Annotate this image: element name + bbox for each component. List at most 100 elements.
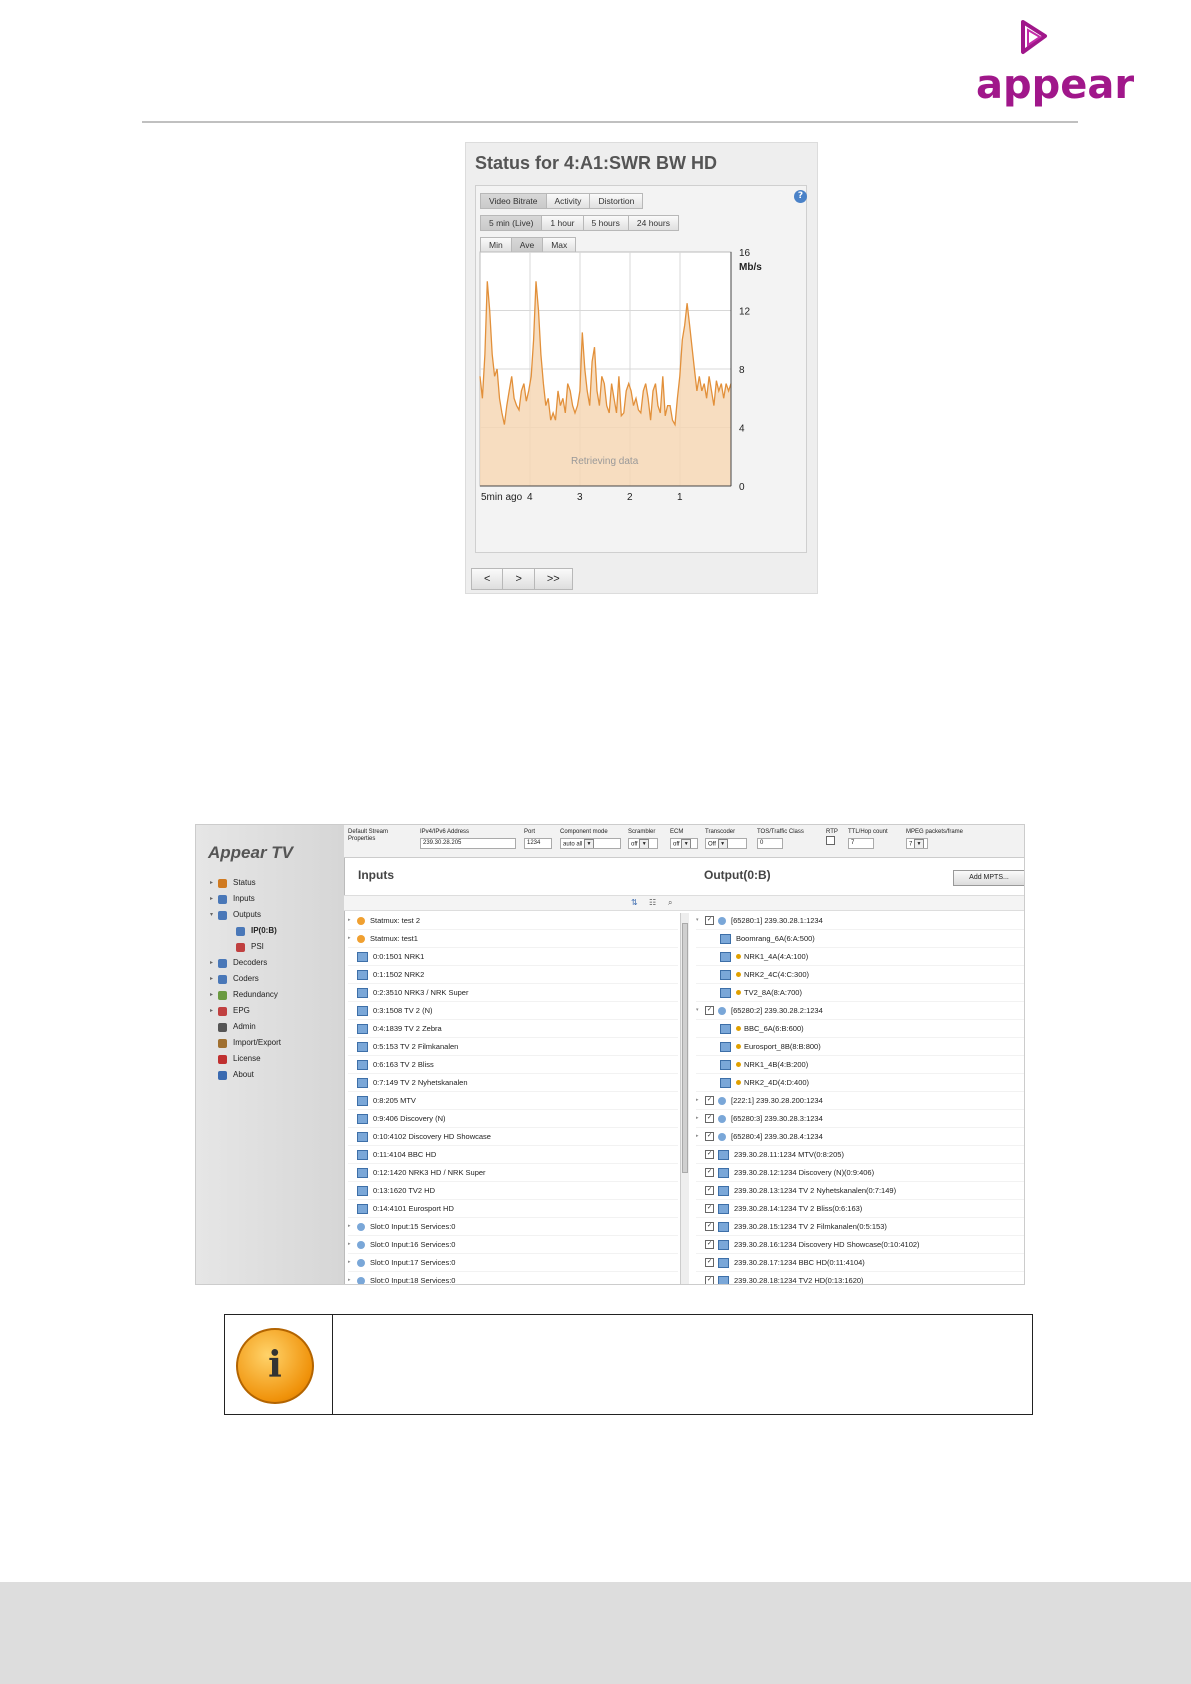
input-row[interactable]: 0:3:1508 TV 2 (N) [348,1002,678,1020]
expand-arrow-icon[interactable]: ▾ [696,1002,705,1019]
output-checkbox[interactable]: ✓ [705,1222,714,1231]
input-row[interactable]: 0:7:149 TV 2 Nyhetskanalen [348,1074,678,1092]
expand-arrow-icon[interactable]: ▾ [696,912,705,929]
input-row[interactable]: 0:9:406 Discovery (N) [348,1110,678,1128]
input-row[interactable]: 0:12:1420 NRK3 HD / NRK Super [348,1164,678,1182]
expand-arrow-icon[interactable]: ▸ [210,875,218,891]
last-button[interactable]: >> [533,568,573,590]
input-row[interactable]: 0:0:1501 NRK1 [348,948,678,966]
output-row[interactable]: ▸ ✓ [222:1] 239.30.28.200:1234 [696,1092,1024,1110]
sidebar-item-admin[interactable]: Admin [210,1019,281,1035]
sidebar-item-epg[interactable]: ▸ EPG [210,1003,281,1019]
sidebar-item-inputs[interactable]: ▸ Inputs [210,891,281,907]
expand-arrow-icon[interactable]: ▸ [348,1254,357,1271]
output-row[interactable]: ✓ 239.30.28.17:1234 BBC HD(0:11:4104) [696,1254,1024,1272]
input-row[interactable]: 0:6:163 TV 2 Bliss [348,1056,678,1074]
sidebar-item-ip-0-b-[interactable]: IP(0:B) [210,923,281,939]
expand-arrow-icon[interactable]: ▸ [348,1272,357,1284]
output-row[interactable]: ✓ 239.30.28.12:1234 Discovery (N)(0:9:406… [696,1164,1024,1182]
output-row[interactable]: NRK2_4C(4:C:300) [696,966,1024,984]
ipv4-input[interactable]: 239.30.28.205 [420,838,516,849]
ecm-select[interactable]: off ▼ [670,838,698,849]
sidebar-item-import-export[interactable]: Import/Export [210,1035,281,1051]
search-icon[interactable]: ⌕ [668,898,672,908]
input-row[interactable]: ▸ Slot:0 Input:18 Services:0 [348,1272,678,1284]
expand-arrow-icon[interactable]: ▸ [696,1128,705,1145]
output-row[interactable]: ✓ 239.30.28.13:1234 TV 2 Nyhetskanalen(0:… [696,1182,1024,1200]
component-mode-select[interactable]: auto all ▼ [560,838,621,849]
input-row[interactable]: 0:13:1620 TV2 HD [348,1182,678,1200]
output-checkbox[interactable]: ✓ [705,1258,714,1267]
output-checkbox[interactable]: ✓ [705,1096,714,1105]
sidebar-item-coders[interactable]: ▸ Coders [210,971,281,987]
expand-arrow-icon[interactable]: ▸ [210,955,218,971]
input-row[interactable]: ▸ Slot:0 Input:16 Services:0 [348,1236,678,1254]
inputs-scrollbar[interactable] [680,913,689,1284]
output-row[interactable]: ▸ ✓ [65280:4] 239.30.28.4:1234 [696,1128,1024,1146]
output-row[interactable]: NRK1_4B(4:B:200) [696,1056,1024,1074]
expand-arrow-icon[interactable]: ▸ [210,971,218,987]
output-row[interactable]: ✓ 239.30.28.11:1234 MTV(0:8:205) [696,1146,1024,1164]
output-row[interactable]: TV2_8A(8:A:700) [696,984,1024,1002]
add-mpts-button[interactable]: Add MPTS... [953,870,1024,886]
output-checkbox[interactable]: ✓ [705,1114,714,1123]
sidebar-item-decoders[interactable]: ▸ Decoders [210,955,281,971]
transcoder-select[interactable]: Off ▼ [705,838,747,849]
output-checkbox[interactable]: ✓ [705,1006,714,1015]
output-row[interactable]: ✓ 239.30.28.18:1234 TV2 HD(0:13:1620) [696,1272,1024,1284]
expand-arrow-icon[interactable]: ▸ [210,1003,218,1019]
output-row[interactable]: ▸ ✓ [65280:3] 239.30.28.3:1234 [696,1110,1024,1128]
output-row[interactable]: Boomrang_6A(6:A:500) [696,930,1024,948]
input-row[interactable]: 0:10:4102 Discovery HD Showcase [348,1128,678,1146]
expand-arrow-icon[interactable]: ▸ [348,1218,357,1235]
prev-button[interactable]: < [471,568,504,590]
expand-arrow-icon[interactable]: ▸ [348,912,357,929]
ttl-input[interactable]: 7 [848,838,874,849]
output-row[interactable]: BBC_6A(6:B:600) [696,1020,1024,1038]
next-button[interactable]: > [502,568,535,590]
output-row[interactable]: ✓ 239.30.28.16:1234 Discovery HD Showcase… [696,1236,1024,1254]
input-row[interactable]: 0:1:1502 NRK2 [348,966,678,984]
list-view-icon[interactable]: ☷ [649,898,656,907]
input-row[interactable]: 0:4:1839 TV 2 Zebra [348,1020,678,1038]
output-checkbox[interactable]: ✓ [705,1132,714,1141]
expand-arrow-icon[interactable]: ▸ [696,1092,705,1109]
output-checkbox[interactable]: ✓ [705,1168,714,1177]
output-row[interactable]: NRK1_4A(4:A:100) [696,948,1024,966]
scrollbar-thumb[interactable] [682,923,688,1173]
expand-arrow-icon[interactable]: ▾ [210,907,218,923]
tos-input[interactable]: 0 [757,838,783,849]
port-input[interactable]: 1234 [524,838,552,849]
sidebar-item-redundancy[interactable]: ▸ Redundancy [210,987,281,1003]
sidebar-item-status[interactable]: ▸ Status [210,875,281,891]
input-row[interactable]: ▸ Slot:0 Input:17 Services:0 [348,1254,678,1272]
rtp-checkbox[interactable] [826,836,835,845]
expand-arrow-icon[interactable]: ▸ [348,930,357,947]
input-row[interactable]: ▸ Statmux: test1 [348,930,678,948]
sidebar-item-license[interactable]: License [210,1051,281,1067]
output-row[interactable]: ▾ ✓ [65280:2] 239.30.28.2:1234 [696,1002,1024,1020]
expand-arrow-icon[interactable]: ▸ [696,1110,705,1127]
expand-arrow-icon[interactable]: ▸ [348,1236,357,1253]
input-row[interactable]: 0:8:205 MTV [348,1092,678,1110]
expand-arrow-icon[interactable]: ▸ [210,891,218,907]
output-checkbox[interactable]: ✓ [705,1186,714,1195]
output-row[interactable]: NRK2_4D(4:D:400) [696,1074,1024,1092]
output-checkbox[interactable]: ✓ [705,916,714,925]
sidebar-item-about[interactable]: About [210,1067,281,1083]
input-row[interactable]: ▸ Slot:0 Input:15 Services:0 [348,1218,678,1236]
output-checkbox[interactable]: ✓ [705,1204,714,1213]
output-checkbox[interactable]: ✓ [705,1240,714,1249]
sort-icon[interactable]: ⇅ [631,898,638,907]
output-row[interactable]: ✓ 239.30.28.14:1234 TV 2 Bliss(0:6:163) [696,1200,1024,1218]
input-row[interactable]: ▸ Statmux: test 2 [348,912,678,930]
output-row[interactable]: ▾ ✓ [65280:1] 239.30.28.1:1234 [696,912,1024,930]
mpeg-select[interactable]: 7 ▼ [906,838,928,849]
input-row[interactable]: 0:14:4101 Eurosport HD [348,1200,678,1218]
input-row[interactable]: 0:5:153 TV 2 Filmkanalen [348,1038,678,1056]
output-checkbox[interactable]: ✓ [705,1276,714,1284]
scrambler-select[interactable]: off ▼ [628,838,658,849]
output-row[interactable]: Eurosport_8B(8:B:800) [696,1038,1024,1056]
expand-arrow-icon[interactable]: ▸ [210,987,218,1003]
output-row[interactable]: ✓ 239.30.28.15:1234 TV 2 Filmkanalen(0:5:… [696,1218,1024,1236]
